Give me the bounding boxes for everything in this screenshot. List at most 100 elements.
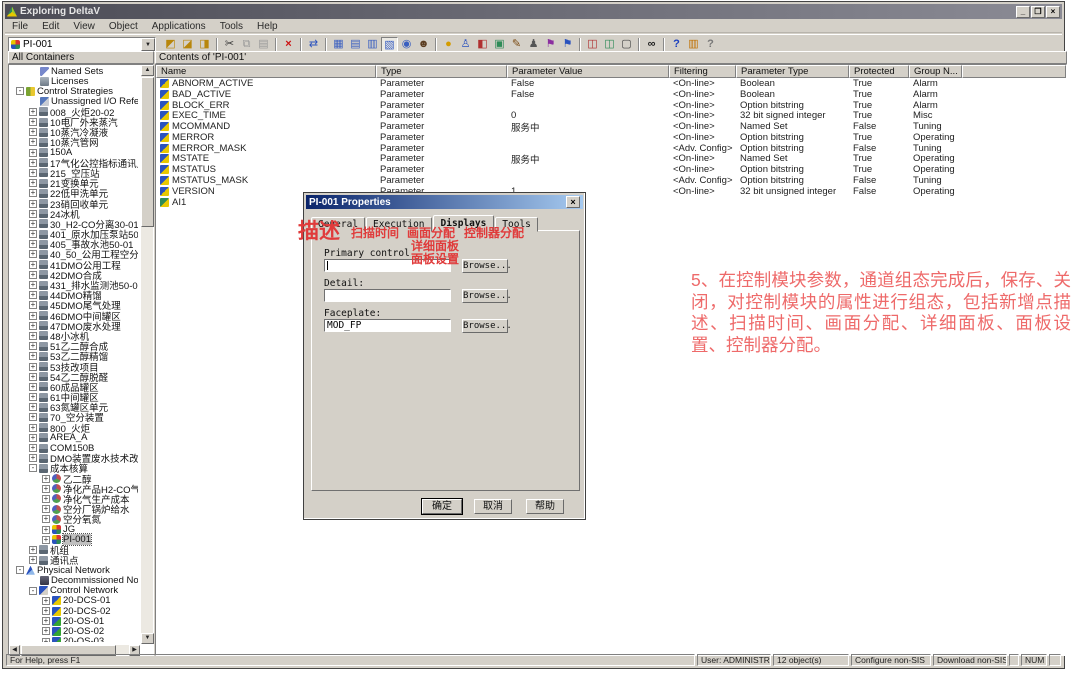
expand-icon[interactable]: + xyxy=(29,281,37,289)
expand-icon[interactable]: + xyxy=(29,118,37,126)
small-icons-icon[interactable]: ▤ xyxy=(347,37,364,52)
scroll-up-icon[interactable]: ▲ xyxy=(141,65,154,76)
tree-item[interactable]: +20-DCS-01 xyxy=(11,596,138,606)
tree-vertical-scrollbar[interactable]: ▲ ▼ xyxy=(140,65,153,644)
pencil-icon[interactable]: ✎ xyxy=(508,37,525,52)
expand-icon[interactable]: + xyxy=(29,444,37,452)
alarm-bell-icon[interactable]: ● xyxy=(440,37,457,52)
expand-icon[interactable]: + xyxy=(29,312,37,320)
column-header-parameter-value[interactable]: Parameter Value xyxy=(507,65,669,78)
table-row[interactable]: VERSIONParameter1<On-line>32 bit unsigne… xyxy=(156,186,1066,197)
user-icon[interactable]: ☻ xyxy=(415,37,432,52)
tree-item[interactable]: -Control Strategies xyxy=(11,86,138,96)
trend-red-icon[interactable]: ◫ xyxy=(584,37,601,52)
tree-item[interactable]: -Physical Network xyxy=(11,565,138,575)
field-input-faceplate[interactable]: MOD_FP xyxy=(324,319,451,332)
expand-icon[interactable]: + xyxy=(29,179,37,187)
expand-icon[interactable]: + xyxy=(42,597,50,605)
column-header-protected[interactable]: Protected xyxy=(849,65,909,78)
column-header-name[interactable]: Name xyxy=(156,65,376,78)
restore-button[interactable]: ❐ xyxy=(1031,6,1045,18)
expand-icon[interactable]: + xyxy=(42,495,50,503)
trend-green-icon[interactable]: ◫ xyxy=(601,37,618,52)
expand-icon[interactable]: + xyxy=(42,627,50,635)
user-manager-icon[interactable]: ◨ xyxy=(196,37,213,52)
tree-item[interactable]: Decommissioned Nodes xyxy=(11,575,138,585)
browse-button[interactable]: Browse... xyxy=(462,319,508,333)
binoculars-icon[interactable]: ∞ xyxy=(643,37,660,52)
scroll-down-icon[interactable]: ▼ xyxy=(141,633,154,644)
expand-icon[interactable]: + xyxy=(42,515,50,523)
expand-icon[interactable]: + xyxy=(29,261,37,269)
tree-item[interactable]: +20-OS-03 xyxy=(11,637,138,643)
table-row[interactable]: MSTATEParameter服务中<On-line>Named SetTrue… xyxy=(156,154,1066,165)
expand-icon[interactable]: + xyxy=(29,169,37,177)
expand-icon[interactable]: + xyxy=(42,505,50,513)
expand-icon[interactable]: + xyxy=(29,189,37,197)
column-header-group-n-[interactable]: Group N... xyxy=(909,65,962,78)
expand-icon[interactable]: + xyxy=(29,108,37,116)
expand-icon[interactable]: + xyxy=(29,138,37,146)
expand-icon[interactable]: + xyxy=(29,363,37,371)
table-row[interactable]: MSTATUS_MASKParameter<Adv. Config>Option… xyxy=(156,175,1066,186)
tree-item[interactable]: +JG xyxy=(11,524,138,534)
expand-icon[interactable]: + xyxy=(42,617,50,625)
column-header-filtering[interactable]: Filtering xyxy=(669,65,736,78)
context-help-icon[interactable]: ? xyxy=(702,37,719,52)
flag-icon[interactable]: ⚑ xyxy=(542,37,559,52)
ok-button[interactable]: 确定 xyxy=(422,499,462,514)
menu-item-tools[interactable]: Tools xyxy=(213,21,250,32)
expand-icon[interactable]: + xyxy=(29,383,37,391)
expand-icon[interactable]: + xyxy=(29,556,37,564)
expand-icon[interactable]: + xyxy=(29,250,37,258)
expand-icon[interactable]: + xyxy=(29,271,37,279)
expand-icon[interactable]: + xyxy=(42,526,50,534)
expand-icon[interactable]: + xyxy=(29,200,37,208)
tree-vscroll-thumb[interactable] xyxy=(141,77,154,227)
collapse-icon[interactable]: - xyxy=(16,566,24,574)
help-button[interactable]: 帮助 xyxy=(526,499,564,514)
expand-icon[interactable]: + xyxy=(29,149,37,157)
expand-icon[interactable]: + xyxy=(29,220,37,228)
column-header-type[interactable]: Type xyxy=(376,65,507,78)
expand-icon[interactable]: + xyxy=(29,159,37,167)
expand-icon[interactable]: + xyxy=(29,434,37,442)
control-studio-icon[interactable]: ◪ xyxy=(179,37,196,52)
collapse-icon[interactable]: - xyxy=(29,587,37,595)
filter-icon[interactable]: ◉ xyxy=(398,37,415,52)
table-row[interactable]: MSTATUSParameter<On-line>Option bitstrin… xyxy=(156,164,1066,175)
expand-icon[interactable]: + xyxy=(29,322,37,330)
security-icon[interactable]: ♟ xyxy=(525,37,542,52)
expand-icon[interactable]: + xyxy=(29,342,37,350)
menu-item-view[interactable]: View xyxy=(66,21,102,32)
tree-item[interactable]: +800_火炬 xyxy=(11,423,138,433)
table-row[interactable]: AI1 xyxy=(156,197,1066,208)
tree-item[interactable]: Named Sets xyxy=(11,66,138,76)
column-header-parameter-type[interactable]: Parameter Type xyxy=(736,65,849,78)
browse-button[interactable]: Browse... xyxy=(462,259,508,273)
tree-item[interactable]: +20-OS-02 xyxy=(11,626,138,636)
minimize-button[interactable]: _ xyxy=(1016,6,1030,18)
table-row[interactable]: BAD_ACTIVEParameterFalse<On-line>Boolean… xyxy=(156,89,1066,100)
expand-icon[interactable]: + xyxy=(29,454,37,462)
list-icon[interactable]: ▥ xyxy=(364,37,381,52)
table-row[interactable]: MERRORParameter<On-line>Option bitstring… xyxy=(156,132,1066,143)
table-row[interactable]: ABNORM_ACTIVEParameterFalse<On-line>Bool… xyxy=(156,78,1066,89)
operator-icon[interactable]: ♙ xyxy=(457,37,474,52)
large-icons-icon[interactable]: ▦ xyxy=(330,37,347,52)
dialog-title-bar[interactable]: PI-001 Properties × xyxy=(306,195,583,209)
collapse-icon[interactable]: - xyxy=(16,87,24,95)
expand-icon[interactable]: + xyxy=(29,291,37,299)
close-button[interactable]: × xyxy=(1046,6,1060,18)
paste-icon[interactable]: ▤ xyxy=(255,37,272,52)
expand-icon[interactable]: + xyxy=(42,638,50,642)
expand-icon[interactable]: + xyxy=(29,424,37,432)
tree-item[interactable]: +PI-001 xyxy=(11,535,138,545)
picture-icon[interactable]: ▣ xyxy=(491,37,508,52)
monitor-icon[interactable]: ▢ xyxy=(618,37,635,52)
browse-button[interactable]: Browse... xyxy=(462,289,508,303)
title-bar[interactable]: Exploring DeltaV _ ❐ × xyxy=(5,4,1062,19)
tree-item[interactable]: -Control Network xyxy=(11,586,138,596)
menu-item-applications[interactable]: Applications xyxy=(145,21,213,32)
object-selector-combobox[interactable]: PI-001 ▼ xyxy=(8,37,156,52)
